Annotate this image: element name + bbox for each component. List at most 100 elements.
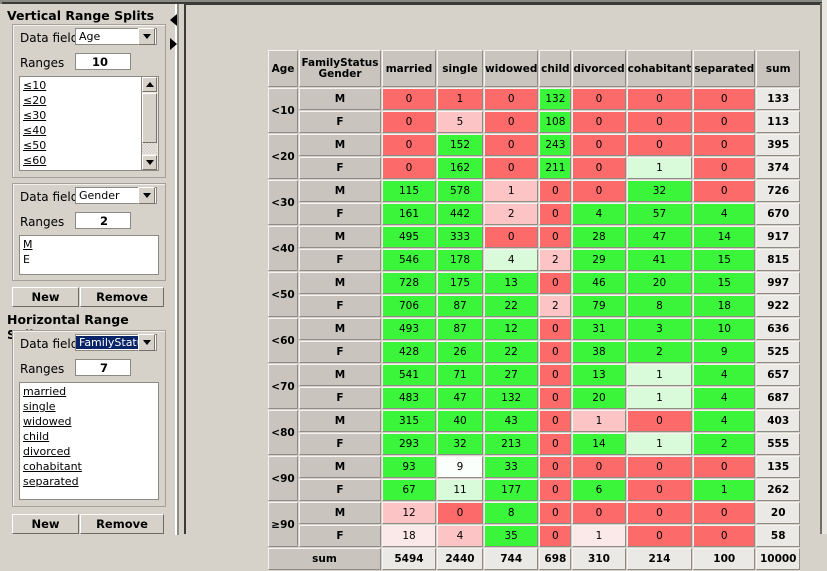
data-cell[interactable]: 213 [484,433,538,455]
data-cell[interactable]: 728 [382,272,436,294]
age-group-cell[interactable]: <10 [268,88,298,133]
data-cell[interactable]: 0 [382,134,436,156]
data-cell[interactable]: 13 [572,364,625,386]
data-cell[interactable]: 4 [693,203,755,225]
data-cell[interactable]: 706 [382,295,436,317]
chevron-down-icon[interactable] [138,28,155,45]
data-cell[interactable]: 177 [484,479,538,501]
horizontal-datafield-combo[interactable]: FamilyStatus [75,334,157,351]
vertical-datafield-combo[interactable]: Age [75,28,157,45]
data-cell[interactable]: 0 [572,180,625,202]
data-cell[interactable]: 161 [382,203,436,225]
list-item[interactable]: child [20,429,158,444]
data-cell[interactable]: 132 [484,387,538,409]
data-cell[interactable]: 0 [693,180,755,202]
data-cell[interactable]: 483 [382,387,436,409]
gender-cell[interactable]: M [299,364,381,386]
data-cell[interactable]: 3 [627,318,693,340]
data-cell[interactable]: 1 [627,157,693,179]
data-cell[interactable]: 10 [693,318,755,340]
data-cell[interactable]: 2 [693,433,755,455]
data-cell[interactable]: 0 [627,456,693,478]
data-cell[interactable]: 442 [437,203,483,225]
data-cell[interactable]: 1 [627,387,693,409]
data-cell[interactable]: 541 [382,364,436,386]
data-cell[interactable]: 175 [437,272,483,294]
data-cell[interactable]: 0 [693,502,755,524]
age-group-cell[interactable]: ≥90 [268,502,298,547]
horizontal-values-list[interactable]: married single widowed child divorced co… [20,383,158,499]
data-cell[interactable]: 428 [382,341,436,363]
gender-cell[interactable]: M [299,272,381,294]
list-item[interactable]: ≤10 [20,78,141,93]
data-cell[interactable]: 43 [484,410,538,432]
data-cell[interactable]: 32 [437,433,483,455]
data-cell[interactable]: 0 [539,525,571,547]
data-cell[interactable]: 0 [539,318,571,340]
data-cell[interactable]: 12 [382,502,436,524]
data-cell[interactable]: 293 [382,433,436,455]
data-cell[interactable]: 0 [572,134,625,156]
data-cell[interactable]: 11 [437,479,483,501]
age-group-cell[interactable]: <20 [268,134,298,179]
data-cell[interactable]: 32 [627,180,693,202]
gender-values-list[interactable]: M E [20,236,158,274]
data-cell[interactable]: 2 [539,249,571,271]
gender-cell[interactable]: M [299,456,381,478]
gender-new-button[interactable]: New [12,287,79,307]
age-group-cell[interactable]: <80 [268,410,298,455]
data-cell[interactable]: 315 [382,410,436,432]
data-cell[interactable]: 0 [484,157,538,179]
data-cell[interactable]: 132 [539,88,571,110]
data-cell[interactable]: 14 [572,433,625,455]
header-col-separated[interactable]: separated [693,50,755,87]
data-cell[interactable]: 578 [437,180,483,202]
list-item[interactable]: ≤50 [20,138,141,153]
data-cell[interactable]: 29 [572,249,625,271]
scrollbar-track[interactable] [142,143,157,154]
data-cell[interactable]: 115 [382,180,436,202]
age-group-cell[interactable]: <40 [268,226,298,271]
data-cell[interactable]: 0 [627,111,693,133]
data-cell[interactable]: 4 [484,249,538,271]
data-cell[interactable]: 87 [437,295,483,317]
gender-datafield-combo[interactable]: Gender [75,187,157,204]
data-cell[interactable]: 0 [484,134,538,156]
data-cell[interactable]: 0 [627,502,693,524]
data-cell[interactable]: 18 [693,295,755,317]
gender-cell[interactable]: F [299,249,381,271]
collapse-left-arrow-icon[interactable] [170,14,177,26]
data-cell[interactable]: 22 [484,341,538,363]
data-cell[interactable]: 1 [627,433,693,455]
data-cell[interactable]: 0 [484,226,538,248]
gender-cell[interactable]: M [299,134,381,156]
data-cell[interactable]: 0 [572,502,625,524]
data-cell[interactable]: 57 [627,203,693,225]
list-item[interactable]: ≤40 [20,123,141,138]
data-cell[interactable]: 162 [437,157,483,179]
data-cell[interactable]: 20 [627,272,693,294]
data-cell[interactable]: 1 [693,479,755,501]
age-group-cell[interactable]: <60 [268,318,298,363]
data-cell[interactable]: 0 [693,157,755,179]
data-cell[interactable]: 22 [484,295,538,317]
data-cell[interactable]: 0 [539,226,571,248]
data-cell[interactable]: 0 [539,272,571,294]
data-cell[interactable]: 0 [539,502,571,524]
list-item[interactable]: ≤20 [20,93,141,108]
list-item[interactable]: separated [20,474,158,489]
gender-cell[interactable]: F [299,387,381,409]
list-item[interactable]: married [20,384,158,399]
data-cell[interactable]: 1 [627,364,693,386]
data-cell[interactable]: 0 [572,111,625,133]
data-cell[interactable]: 211 [539,157,571,179]
data-cell[interactable]: 9 [693,341,755,363]
gender-cell[interactable]: F [299,295,381,317]
data-cell[interactable]: 71 [437,364,483,386]
data-cell[interactable]: 8 [484,502,538,524]
vertical-ranges-list[interactable]: ≤10 ≤20 ≤30 ≤40 ≤50 ≤60 ≤70 [20,77,141,170]
horizontal-remove-button[interactable]: Remove [80,514,164,534]
gender-cell[interactable]: F [299,525,381,547]
list-item[interactable]: ≤70 [20,168,141,170]
horizontal-new-button[interactable]: New [12,514,79,534]
